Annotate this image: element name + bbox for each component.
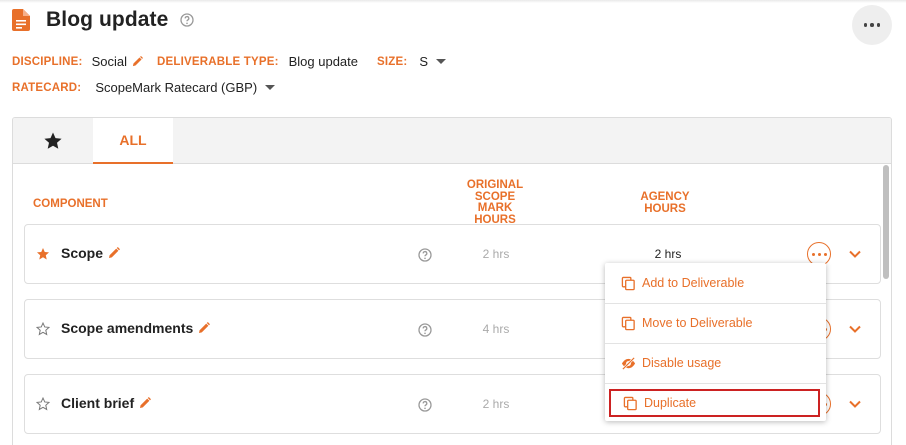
top-edge-shadow	[0, 0, 906, 3]
more-dots-icon	[863, 23, 881, 27]
menu-item-label: Duplicate	[644, 396, 697, 410]
deliverable-type-label: DELIVERABLE TYPE:	[157, 55, 279, 68]
size-label: SIZE:	[377, 55, 408, 68]
chevron-down-icon[interactable]	[848, 247, 862, 261]
star-outline-icon[interactable]	[36, 322, 50, 336]
star-filled-icon[interactable]	[36, 247, 50, 261]
star-outline-icon[interactable]	[36, 397, 50, 411]
size-chevron-down-icon[interactable]	[436, 59, 447, 64]
copy-icon	[621, 316, 635, 330]
component-name-text: Client brief	[61, 395, 135, 411]
meta-row-2: RATECARD: ScopeMark Ratecard (GBP)	[12, 80, 276, 95]
menu-item-duplicate[interactable]: Duplicate	[609, 389, 820, 417]
meta-row-1: DISCIPLINE: Social DELIVERABLE TYPE: Blo…	[12, 54, 447, 69]
menu-item-label: Move to Deliverable	[642, 316, 753, 330]
menu-divider	[605, 383, 826, 384]
agency-hours-value: 2 hrs	[654, 247, 682, 261]
component-name: Client brief	[61, 395, 152, 411]
discipline-value: Social	[91, 54, 127, 69]
agency-hours-column-header: AGENCY HOURS	[630, 191, 700, 215]
menu-item-label: Add to Deliverable	[642, 276, 745, 290]
tab-bar: ALL	[13, 118, 891, 164]
document-icon	[12, 9, 30, 31]
discipline-label: DISCIPLINE:	[12, 55, 83, 68]
copy-icon	[621, 276, 635, 290]
component-column-header: COMPONENT	[33, 198, 108, 210]
chevron-down-icon[interactable]	[848, 397, 862, 411]
agency-header-line-1: AGENCY	[640, 191, 690, 203]
menu-item-move-to-deliverable[interactable]: Move to Deliverable	[605, 303, 826, 343]
page-title: Blog update	[46, 8, 169, 31]
row-context-menu: Add to Deliverable Move to Deliverable D…	[605, 263, 826, 421]
original-hours-column-header: ORIGINAL SCOPE MARK HOURS	[460, 179, 530, 226]
original-header-line-1: ORIGINAL	[466, 179, 524, 191]
ratecard-label: RATECARD:	[12, 81, 82, 94]
title-row: Blog update	[12, 8, 195, 32]
help-icon[interactable]	[418, 398, 432, 412]
tab-favorites[interactable]	[13, 118, 93, 164]
component-name-text: Scope	[61, 245, 104, 261]
star-filled-icon	[44, 132, 62, 149]
menu-item-add-to-deliverable[interactable]: Add to Deliverable	[605, 263, 826, 303]
edit-pencil-icon[interactable]	[108, 247, 121, 259]
menu-item-disable-usage[interactable]: Disable usage	[605, 343, 826, 383]
edit-pencil-icon[interactable]	[198, 322, 211, 334]
dots-icon	[811, 252, 827, 256]
deliverable-type-value: Blog update	[288, 54, 359, 69]
ratecard-chevron-down-icon[interactable]	[265, 85, 276, 90]
original-hours-value: 2 hrs	[482, 397, 510, 411]
menu-item-label: Disable usage	[642, 356, 722, 370]
original-hours-value: 4 hrs	[482, 322, 510, 336]
component-name: Scope	[61, 245, 121, 261]
copy-icon	[623, 396, 637, 410]
original-header-line-3: MARK	[477, 202, 513, 214]
component-name-text: Scope amendments	[61, 320, 194, 336]
vertical-scrollbar[interactable]	[883, 165, 889, 279]
edit-pencil-icon[interactable]	[139, 397, 152, 409]
eye-off-icon	[621, 356, 636, 370]
tab-all[interactable]: ALL	[93, 118, 173, 164]
edit-discipline-pencil-icon[interactable]	[132, 56, 143, 67]
original-hours-value: 2 hrs	[482, 247, 510, 261]
help-icon[interactable]	[418, 248, 432, 262]
component-name: Scope amendments	[61, 320, 211, 336]
help-icon[interactable]	[418, 323, 432, 337]
ratecard-select[interactable]: ScopeMark Ratecard (GBP)	[95, 80, 257, 95]
help-icon[interactable]	[180, 13, 195, 27]
more-options-button[interactable]	[852, 5, 892, 45]
agency-header-line-2: HOURS	[644, 202, 686, 215]
chevron-down-icon[interactable]	[848, 322, 862, 336]
size-select[interactable]: S	[419, 54, 428, 69]
